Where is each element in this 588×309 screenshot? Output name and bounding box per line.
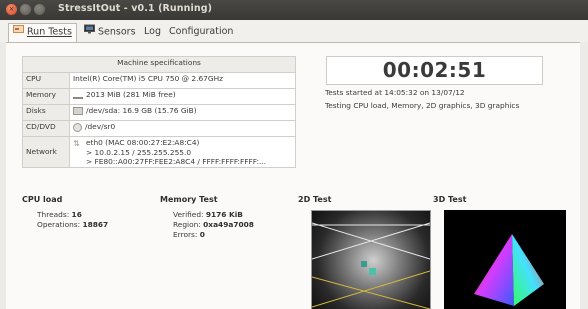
testing-description: Testing CPU load, Memory, 2D graphics, 3… bbox=[325, 101, 520, 110]
spec-label-network: Network bbox=[22, 136, 70, 168]
machine-specs-table: Machine specifications CPU Intel(R) Core… bbox=[22, 56, 296, 168]
tab-sensors[interactable]: Sensors bbox=[80, 24, 140, 40]
spec-network-ipv4: > 10.0.2.15 / 255.255.255.0 bbox=[86, 147, 192, 157]
memory-verified-label: Verified: bbox=[173, 210, 204, 219]
spec-value-memory-cell: 2013 MiB (281 MiB free) bbox=[69, 88, 296, 105]
machine-specs-header: Machine specifications bbox=[22, 56, 296, 73]
cd-icon bbox=[73, 122, 82, 132]
spec-value-cddvd-cell: /dev/sr0 bbox=[69, 120, 296, 137]
spec-label-disks: Disks bbox=[22, 104, 70, 121]
test-2d-graphic bbox=[312, 222, 430, 309]
test-3d-canvas bbox=[444, 210, 566, 309]
tab-run-tests[interactable]: Run Tests bbox=[8, 23, 77, 43]
table-row: CD/DVD /dev/sr0 bbox=[22, 120, 296, 137]
network-icon: ⇅ bbox=[73, 138, 80, 148]
spec-label-memory: Memory bbox=[22, 88, 70, 105]
tab-configuration-label: Configuration bbox=[169, 26, 234, 37]
memory-errors-row: Errors: 0 bbox=[173, 230, 205, 239]
run-tests-icon bbox=[13, 24, 24, 40]
spec-value-disks-cell: /dev/sda: 16.9 GB (15.76 GiB) bbox=[69, 104, 296, 121]
memory-verified-value: 9176 KiB bbox=[205, 210, 243, 219]
tab-log-label: Log bbox=[144, 26, 161, 37]
cpu-threads-row: Threads: 16 bbox=[37, 210, 82, 219]
app-window: × StressItOut - v0.1 (Running) Run Tests… bbox=[0, 0, 588, 309]
close-window-button[interactable]: × bbox=[6, 4, 17, 15]
memory-errors-label: Errors: bbox=[173, 230, 198, 239]
table-row: Memory 2013 MiB (281 MiB free) bbox=[22, 88, 296, 105]
memory-region-row: Region: 0xa49a7008 bbox=[173, 220, 254, 229]
cpu-threads-value: 16 bbox=[71, 210, 82, 219]
spec-value-network-line: ⇅ eth0 (MAC 08:00:27:E2:A8:C4) bbox=[73, 138, 292, 148]
elapsed-timer: 00:02:51 bbox=[326, 56, 543, 85]
memory-region-value: 0xa49a7008 bbox=[203, 220, 254, 229]
cpu-threads-label: Threads: bbox=[37, 210, 70, 219]
window-title: StressItOut - v0.1 (Running) bbox=[58, 3, 213, 14]
table-row: Disks /dev/sda: 16.9 GB (15.76 GiB) bbox=[22, 104, 296, 121]
spec-network-ipv6: > FE80::A00:27FF:FEE2:A8C4 / FFFF:FFFF:F… bbox=[86, 156, 267, 166]
cpu-operations-row: Operations: 18867 bbox=[37, 220, 108, 229]
close-icon: × bbox=[8, 5, 15, 13]
cpu-operations-label: Operations: bbox=[37, 220, 81, 229]
spec-label-cddvd: CD/DVD bbox=[22, 120, 70, 137]
spec-value-cddvd: /dev/sr0 bbox=[85, 122, 116, 131]
pyramid-icon bbox=[474, 234, 544, 306]
spec-network-interface: eth0 (MAC 08:00:27:E2:A8:C4) bbox=[86, 138, 200, 147]
memory-verified-row: Verified: 9176 KiB bbox=[173, 210, 243, 219]
tests-started-text: Tests started at 14:05:32 on 13/07/12 bbox=[325, 88, 465, 97]
maximize-window-button[interactable] bbox=[34, 4, 45, 15]
memory-test-heading: Memory Test bbox=[160, 195, 218, 204]
monitor-icon bbox=[84, 24, 95, 40]
cpu-operations-value: 18867 bbox=[82, 220, 109, 229]
spec-value-network-cell: ⇅ eth0 (MAC 08:00:27:E2:A8:C4) > 10.0.2.1… bbox=[69, 136, 296, 168]
memory-region-label: Region: bbox=[173, 220, 201, 229]
spec-value-cpu: Intel(R) Core(TM) i5 CPU 750 @ 2.67GHz bbox=[69, 72, 296, 89]
tab-configuration[interactable]: Configuration bbox=[165, 24, 237, 40]
table-row: CPU Intel(R) Core(TM) i5 CPU 750 @ 2.67G… bbox=[22, 72, 296, 89]
tab-sensors-label: Sensors bbox=[98, 26, 136, 38]
cpu-load-heading: CPU load bbox=[22, 195, 63, 204]
spec-label-cpu: CPU bbox=[22, 72, 70, 89]
memory-errors-value: 0 bbox=[199, 230, 205, 239]
title-bar: × StressItOut - v0.1 (Running) bbox=[0, 0, 588, 20]
memory-icon bbox=[73, 92, 83, 99]
test-2d-heading: 2D Test bbox=[298, 195, 332, 204]
spec-value-disks: /dev/sda: 16.9 GB (15.76 GiB) bbox=[86, 106, 197, 115]
disk-icon bbox=[73, 107, 83, 115]
tab-bar: Run Tests Sensors Log Configuration bbox=[0, 20, 588, 43]
test-3d-heading: 3D Test bbox=[433, 195, 467, 204]
table-row: Network ⇅ eth0 (MAC 08:00:27:E2:A8:C4) > … bbox=[22, 136, 296, 168]
test-2d-canvas bbox=[311, 210, 431, 309]
minimize-window-button[interactable] bbox=[20, 4, 31, 15]
tab-run-tests-label: Run Tests bbox=[27, 26, 72, 38]
tab-log[interactable]: Log bbox=[140, 24, 165, 40]
spec-value-memory: 2013 MiB (281 MiB free) bbox=[86, 90, 176, 99]
